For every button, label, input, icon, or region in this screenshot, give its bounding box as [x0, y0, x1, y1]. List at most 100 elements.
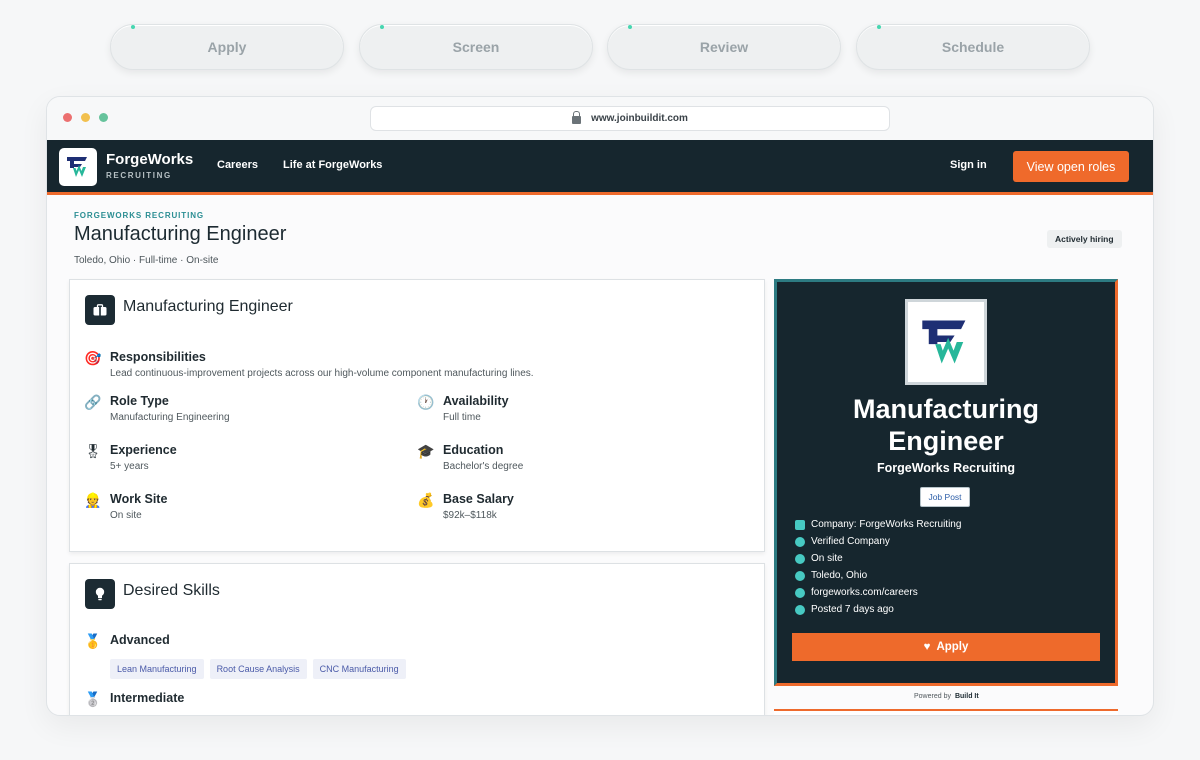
fact-text: Verified Company [811, 536, 890, 547]
powered-by-brand[interactable]: Build It [955, 693, 979, 700]
site-header: ForgeWorks RECRUITING Careers Life at Fo… [47, 140, 1153, 195]
progress-steps: Apply Screen Review Schedule [110, 24, 1090, 70]
view-open-roles-button[interactable]: View open roles [1013, 151, 1129, 182]
clock-icon [795, 604, 805, 615]
briefcase-icon [85, 295, 115, 325]
heart-icon: ♥ [923, 641, 931, 653]
skill-chip: CNC Manufacturing [312, 659, 406, 679]
field-label: Responsibilities [110, 350, 206, 364]
nav-link-careers[interactable]: Careers [217, 159, 258, 171]
lock-icon [572, 111, 582, 124]
fact-work-site: On site [795, 550, 961, 567]
medal-icon: 🎖 [84, 443, 102, 459]
browser-window: www.joinbuildit.com ForgeWorks RECRUITIN… [46, 96, 1154, 716]
forgeworks-logo-mark [67, 157, 87, 177]
step-label: Schedule [941, 39, 1005, 55]
field-value: 5+ years [110, 461, 149, 472]
link-icon: 🔗 [84, 394, 102, 410]
step-review[interactable]: Review [607, 24, 841, 70]
browser-chrome: www.joinbuildit.com [47, 97, 1153, 140]
maximize-window-button[interactable] [99, 113, 108, 122]
minimize-window-button[interactable] [81, 113, 90, 122]
job-details-card: Manufacturing Engineer 🎯 Responsibilitie… [69, 279, 765, 552]
silver-medal-icon: 🥈 [84, 691, 102, 707]
apply-button[interactable]: ♥ Apply [792, 633, 1100, 661]
step-label: Apply [207, 39, 247, 55]
field-value: On site [110, 510, 142, 521]
field-label: Base Salary [443, 492, 514, 506]
clock-icon: 🕐 [417, 394, 435, 410]
step-screen[interactable]: Screen [359, 24, 593, 70]
map-pin-icon [795, 570, 805, 581]
advanced-skill-chips: Lean Manufacturing Root Cause Analysis C… [110, 659, 406, 679]
job-summary-card: Manufacturing Engineer ForgeWorks Recrui… [774, 279, 1118, 686]
fact-location: Toledo, Ohio [795, 567, 961, 584]
job-summary-title: Manufacturing Engineer [777, 393, 1115, 457]
money-bag-icon: 💰 [417, 492, 435, 508]
job-facts-list: Company: ForgeWorks Recruiting Verified … [795, 516, 961, 618]
field-value: Lead continuous-improvement projects acr… [110, 368, 534, 379]
desired-skills-card: Desired Skills 🥇 Advanced Lean Manufactu… [69, 563, 765, 715]
title-line: Manufacturing [853, 394, 1039, 424]
window-controls [63, 113, 108, 122]
fact-text[interactable]: forgeworks.com/careers [811, 587, 918, 598]
link-icon [795, 587, 805, 598]
close-window-button[interactable] [63, 113, 72, 122]
fact-text: Posted 7 days ago [811, 604, 894, 615]
page-title: Manufacturing Engineer [74, 223, 287, 245]
company-eyebrow: FORGEWORKS RECRUITING [74, 211, 205, 220]
fact-text: On site [811, 553, 843, 564]
field-label: Role Type [110, 394, 169, 408]
globe-icon [795, 553, 805, 564]
fact-verified: Verified Company [795, 533, 961, 550]
nav-link-life-at-forgeworks[interactable]: Life at ForgeWorks [283, 159, 382, 171]
gold-medal-icon: 🥇 [84, 633, 102, 649]
job-post-badge: Job Post [920, 487, 970, 507]
field-label: Work Site [110, 492, 168, 506]
step-indicator [380, 25, 384, 29]
step-apply[interactable]: Apply [110, 24, 344, 70]
step-indicator [131, 25, 135, 29]
card-title: Manufacturing Engineer [123, 298, 293, 315]
briefcase-icon [795, 519, 805, 530]
check-circle-icon [795, 536, 805, 547]
field-value: Full time [443, 412, 481, 423]
field-label: Education [443, 443, 504, 457]
field-value: Bachelor's degree [443, 461, 524, 472]
sign-in-link[interactable]: Sign in [950, 159, 987, 171]
brand-name[interactable]: ForgeWorks [106, 151, 193, 168]
url-text: www.joinbuildit.com [591, 113, 688, 124]
skill-chip: Lean Manufacturing [110, 659, 204, 679]
apply-label: Apply [936, 641, 969, 653]
skill-level-label: Intermediate [110, 691, 185, 705]
field-label: Availability [443, 394, 509, 408]
company-name: ForgeWorks Recruiting [877, 461, 1015, 475]
forgeworks-logo-mark [922, 320, 966, 364]
lightbulb-icon [85, 579, 115, 609]
skill-level-label: Advanced [110, 633, 170, 647]
field-value: Manufacturing Engineering [110, 412, 230, 423]
forgeworks-logo-icon [905, 299, 987, 385]
target-icon: 🎯 [84, 350, 102, 366]
step-indicator [628, 25, 632, 29]
fact-posted: Posted 7 days ago [795, 601, 961, 618]
skill-chip: Root Cause Analysis [209, 659, 307, 679]
field-label: Experience [110, 443, 177, 457]
step-indicator [877, 25, 881, 29]
step-label: Screen [452, 39, 500, 55]
status-badge: Actively hiring [1047, 230, 1122, 248]
address-bar[interactable]: www.joinbuildit.com [370, 106, 890, 131]
forgeworks-logo-icon[interactable] [59, 148, 97, 186]
powered-by-text: Powered by [914, 693, 951, 700]
powered-by: Powered by Build It [914, 693, 979, 700]
fact-text: Toledo, Ohio [811, 570, 868, 581]
step-schedule[interactable]: Schedule [856, 24, 1090, 70]
brand-subtitle: RECRUITING [106, 171, 172, 180]
worker-icon: 👷 [84, 492, 102, 508]
field-value: $92k–$118k [443, 510, 497, 521]
next-card-edge [774, 709, 1118, 715]
fact-website[interactable]: forgeworks.com/careers [795, 584, 961, 601]
job-meta: Toledo, Ohio · Full-time · On-site [74, 255, 219, 266]
fact-text: Company: ForgeWorks Recruiting [811, 519, 962, 530]
graduation-cap-icon: 🎓 [417, 443, 435, 459]
